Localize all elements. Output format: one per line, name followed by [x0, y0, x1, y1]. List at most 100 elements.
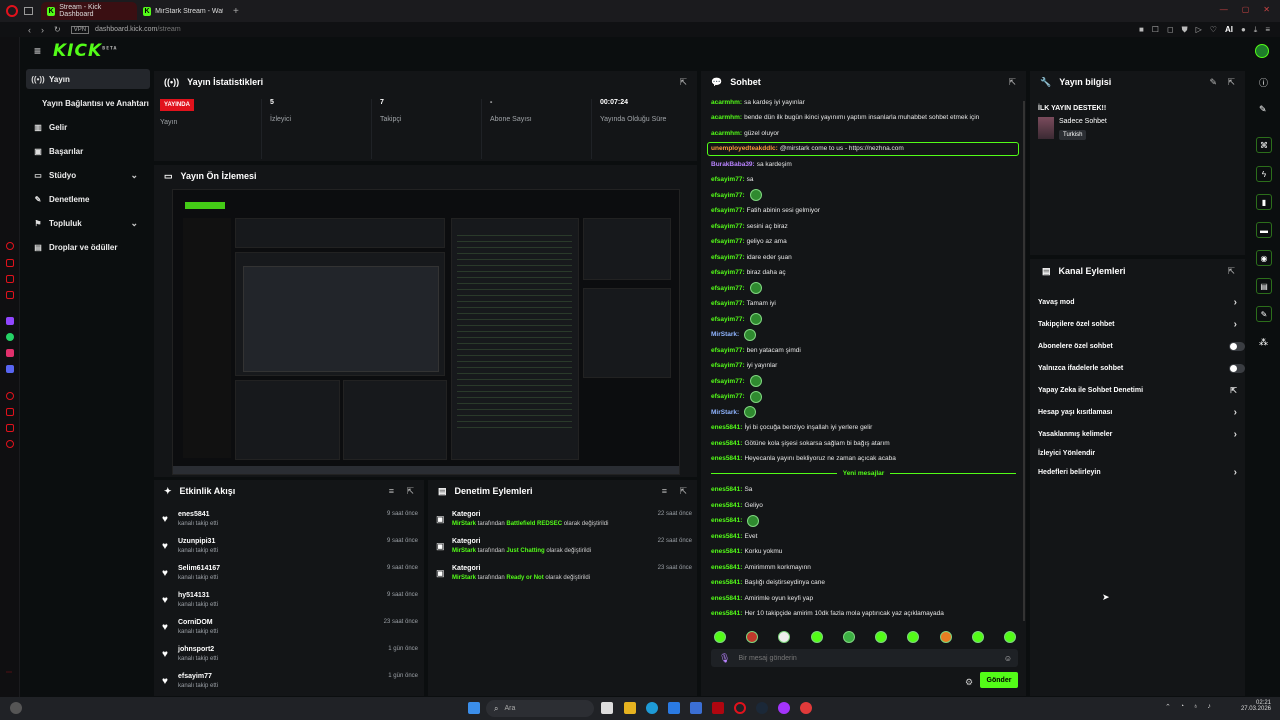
edit-icon[interactable]: ✎	[1259, 104, 1267, 115]
popout-icon[interactable]: ⇱	[406, 486, 414, 497]
avatar[interactable]	[1255, 44, 1269, 58]
chat-username[interactable]: BurakBaba39:	[711, 161, 755, 168]
emote-icon[interactable]	[971, 631, 984, 643]
more-icon[interactable]: ⋯	[6, 669, 14, 677]
filter-icon[interactable]: ≡	[389, 486, 394, 496]
emote-icon[interactable]	[842, 631, 855, 643]
settings-icon[interactable]	[6, 440, 14, 448]
popout-icon[interactable]: ⇱	[1008, 77, 1016, 88]
menu-icon[interactable]: ≡	[1265, 25, 1270, 35]
emote-icon[interactable]	[939, 631, 952, 643]
chat-username[interactable]: efsayim77:	[711, 176, 745, 183]
chat-username[interactable]: efsayim77:	[711, 285, 745, 292]
emotes-only-toggle[interactable]	[1229, 363, 1245, 373]
chat-username[interactable]: efsayim77:	[711, 207, 745, 214]
chat-username[interactable]: enes5841:	[711, 595, 742, 602]
start-icon[interactable]	[468, 702, 480, 714]
chat-username[interactable]: acarmhm:	[711, 99, 742, 106]
back-icon[interactable]: ‹	[28, 25, 31, 35]
opera-icon[interactable]	[734, 702, 746, 714]
mic-icon[interactable]: ♁	[1193, 703, 1198, 711]
maximize-icon[interactable]: ▢	[1242, 5, 1250, 14]
app-icon[interactable]	[6, 408, 14, 416]
emote-icon[interactable]	[875, 631, 888, 643]
nav-item-topluluk[interactable]: ⚑ Topluluk ⌄	[26, 213, 150, 233]
chat-username[interactable]: enes5841:	[711, 424, 742, 431]
app-icon[interactable]	[800, 702, 812, 714]
chat-username[interactable]: efsayim77:	[711, 316, 745, 323]
setting-goals[interactable]: Hedefleri belirleyin ›	[1038, 462, 1247, 482]
info-icon[interactable]: ⓘ	[1259, 76, 1268, 89]
setting-slow-mode[interactable]: Yavaş mod ›	[1038, 292, 1247, 312]
chat-username[interactable]: enes5841:	[711, 455, 742, 462]
app-icon[interactable]	[6, 275, 14, 283]
emote-icon[interactable]	[907, 631, 920, 643]
download-icon[interactable]: ⤓	[1254, 25, 1258, 35]
filter-icon[interactable]: ≡	[662, 486, 667, 496]
shield-icon[interactable]: ⛊	[1182, 25, 1188, 35]
nav-item-yayin[interactable]: ((•)) Yayın	[26, 69, 150, 89]
stream-preview-video[interactable]	[172, 189, 680, 475]
twitch-icon[interactable]	[6, 317, 14, 325]
screenshot-icon[interactable]: ◻	[1167, 25, 1174, 35]
follower-name[interactable]: efsayim77	[178, 673, 212, 680]
whatsapp-icon[interactable]	[6, 333, 14, 341]
edge-icon[interactable]	[646, 702, 658, 714]
clock-icon[interactable]	[6, 392, 14, 400]
emote-icon[interactable]	[714, 631, 726, 643]
emote-icon[interactable]	[810, 631, 823, 643]
setting-followers-only[interactable]: Takipçilere özel sohbet ›	[1038, 314, 1247, 334]
chat-username[interactable]: enes5841:	[711, 564, 742, 571]
minimize-icon[interactable]: —	[1220, 5, 1228, 14]
popout-icon[interactable]: ⇱	[679, 77, 687, 88]
follower-name[interactable]: Selim614167	[178, 565, 220, 572]
popout-icon[interactable]: ⇱	[1227, 266, 1235, 277]
chat-username[interactable]: enes5841:	[711, 486, 742, 493]
emote-icon[interactable]	[1003, 631, 1016, 643]
mic-icon[interactable]: 🎙	[719, 653, 730, 664]
browser-tab[interactable]: K MirStark Stream - Watch L	[137, 2, 229, 20]
taskbar-search[interactable]: ⌕ Ara	[486, 700, 594, 717]
chat-username[interactable]: enes5841:	[711, 610, 742, 617]
browser-tab-active[interactable]: K Stream - Kick Dashboard	[41, 2, 137, 20]
setting-banned-words[interactable]: Yasaklanmış kelimeler ›	[1038, 424, 1247, 444]
emoji-icon[interactable]: ☺	[1004, 654, 1012, 663]
edit-icon[interactable]: ✎	[1209, 77, 1217, 88]
widget-wrench-button[interactable]: ✎	[1256, 306, 1272, 322]
follower-name[interactable]: enes5841	[178, 511, 210, 518]
chat-settings-icon[interactable]: ⚙	[965, 677, 973, 688]
widget-broadcast-button[interactable]: ◉	[1256, 250, 1272, 266]
chat-input[interactable]: 🎙 Bir mesaj gönderin ☺	[711, 649, 1018, 667]
nav-item-gelir[interactable]: ▥ Gelir	[26, 117, 150, 137]
kick-logo[interactable]: KICKBETA	[53, 41, 117, 61]
chat-username[interactable]: efsayim77:	[711, 378, 745, 385]
setting-host[interactable]: İzleyici Yönlendir	[1038, 443, 1247, 463]
chat-username[interactable]: MirStark:	[711, 331, 739, 338]
taskview-icon[interactable]	[601, 702, 613, 714]
chat-username[interactable]: enes5841:	[711, 502, 742, 509]
follower-name[interactable]: hy514131	[178, 592, 210, 599]
hamburger-menu-icon[interactable]: ≡	[34, 44, 41, 58]
steam-icon[interactable]	[756, 702, 768, 714]
widget-document-button[interactable]: ▮	[1256, 194, 1272, 210]
chat-username[interactable]: efsayim77:	[711, 238, 745, 245]
setting-ai-moderation[interactable]: Yapay Zeka ile Sohbet Denetimi ⇱	[1038, 380, 1247, 400]
network-icon[interactable]: ◔	[1180, 703, 1184, 711]
send-button[interactable]: Gönder	[980, 672, 1018, 688]
messenger-icon[interactable]	[778, 702, 790, 714]
ai-button[interactable]: AI	[1225, 25, 1233, 35]
emote-icon[interactable]	[778, 631, 791, 643]
chat-username[interactable]: unemployedteakddlc:	[711, 145, 778, 152]
widgets-icon[interactable]	[10, 702, 22, 714]
app-icon[interactable]	[6, 424, 14, 432]
emote-icon[interactable]	[746, 631, 759, 643]
nav-item-denetleme[interactable]: ✎ Denetleme	[26, 189, 150, 209]
clock[interactable]: 02:21 27.03.2026	[1227, 700, 1271, 712]
browser-menu-icon[interactable]	[6, 5, 18, 17]
app-icon[interactable]	[6, 259, 14, 267]
chat-username[interactable]: enes5841:	[711, 548, 742, 555]
chevron-up-icon[interactable]: ⌃	[1165, 703, 1171, 711]
chat-username[interactable]: acarmhm:	[711, 114, 742, 121]
nav-item-studyo[interactable]: ▭ Stüdyo ⌄	[26, 165, 150, 185]
chat-username[interactable]: efsayim77:	[711, 347, 745, 354]
